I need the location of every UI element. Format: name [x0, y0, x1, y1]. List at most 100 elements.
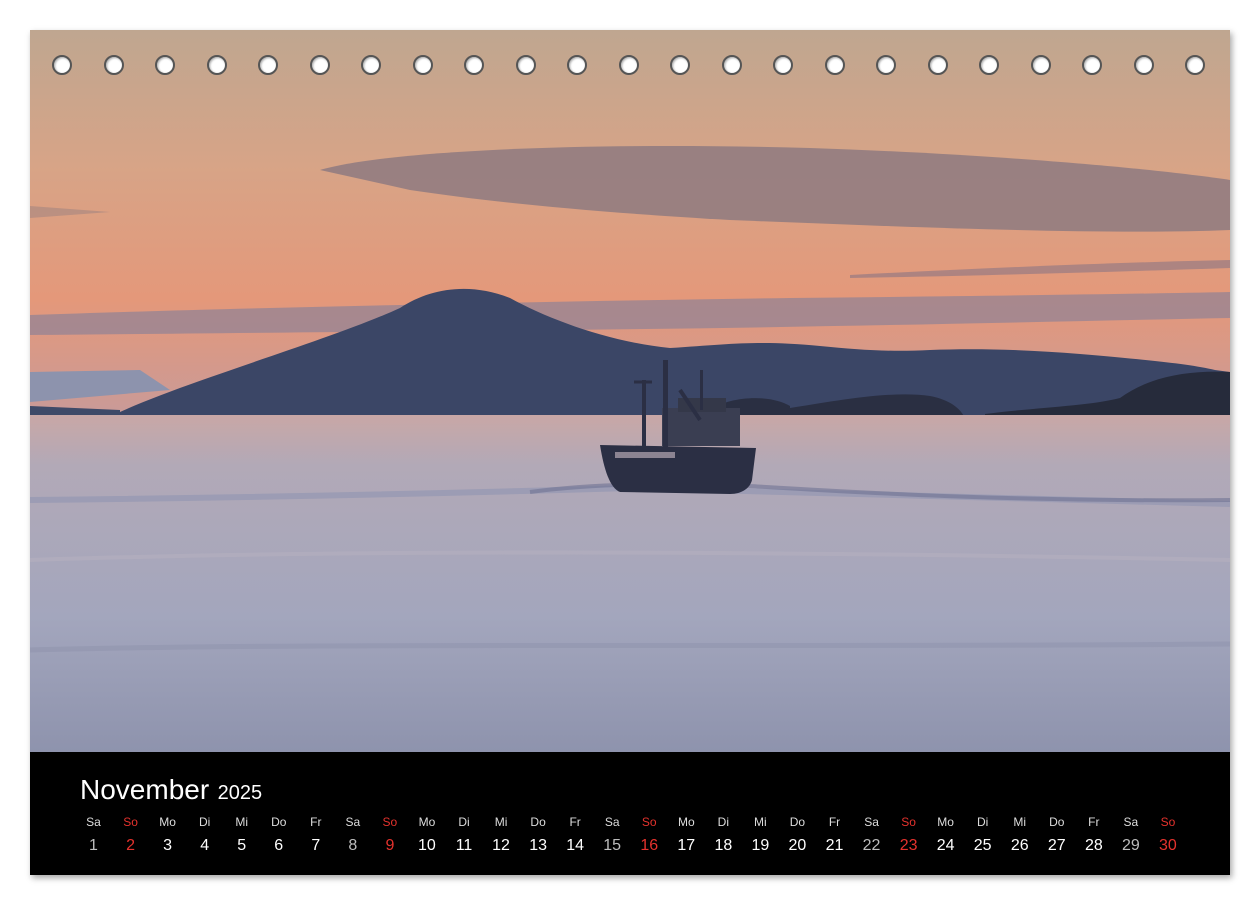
day-of-week-label: Sa: [1123, 815, 1139, 829]
day-of-week-label: So: [1160, 815, 1176, 829]
day-of-week-label: Mo: [418, 815, 436, 829]
day-cell: Mi 26: [1001, 814, 1038, 856]
binding-hole-icon: [515, 55, 536, 75]
day-number: 6: [274, 837, 284, 854]
day-number: 2: [126, 837, 135, 854]
binding-hole-icon: [258, 55, 278, 75]
day-cell: Mo 17: [668, 814, 705, 856]
day-number: 14: [566, 837, 585, 854]
binding-hole-icon: [1185, 55, 1205, 75]
day-of-week-label: So: [901, 815, 916, 829]
binding-hole-icon: [309, 55, 330, 75]
day-number: 20: [788, 837, 807, 854]
day-of-week-label: Di: [977, 815, 989, 829]
day-cell: Sa 22: [853, 814, 890, 856]
day-cell: Do 6: [260, 814, 297, 856]
day-number: 8: [348, 837, 358, 854]
day-cell: Mo 24: [927, 814, 964, 856]
binding-hole-icon: [721, 55, 742, 75]
binding-hole-icon: [1030, 55, 1051, 75]
day-number: 16: [640, 837, 659, 854]
day-cell: Mo 3: [149, 814, 186, 856]
day-number: 3: [163, 837, 173, 854]
day-number: 9: [385, 837, 395, 854]
binding-hole-icon: [464, 55, 484, 75]
day-number: 11: [455, 837, 473, 854]
day-cell: Sa 29: [1112, 814, 1149, 856]
day-cell: So 16: [631, 814, 668, 856]
binding-hole-icon: [567, 55, 587, 75]
binding-hole-icon: [52, 55, 72, 75]
binding-hole-icon: [412, 55, 433, 75]
day-of-week-label: Sa: [86, 815, 101, 829]
day-cell: Mo 10: [408, 814, 445, 856]
day-cell: Sa 15: [594, 814, 631, 856]
day-of-week-label: Di: [458, 815, 470, 829]
calendar-page: November 2025 Sa 1 So 2 Mo 3 Di 4 Mi 5 Do 6 Fr 7 Sa 8 So…: [30, 30, 1230, 875]
day-number: 17: [677, 837, 696, 854]
day-cell: Fr 7: [297, 814, 334, 856]
day-number: 28: [1084, 837, 1103, 854]
day-of-week-label: So: [382, 815, 398, 829]
binding-hole-icon: [773, 55, 793, 75]
day-number: 4: [200, 837, 210, 854]
day-cell: Di 18: [705, 814, 742, 856]
binding-hole-icon: [103, 55, 124, 75]
day-of-week-label: Di: [198, 815, 211, 829]
day-of-week-label: Sa: [864, 815, 879, 829]
binding-hole-icon: [979, 55, 999, 75]
day-number: 15: [603, 837, 622, 854]
day-number: 24: [936, 837, 955, 854]
day-of-week-label: Do: [1049, 815, 1065, 829]
day-cell: Mi 5: [223, 814, 260, 856]
day-cell: Fr 14: [557, 814, 594, 856]
month-title: November 2025: [80, 774, 262, 806]
calendar-footer: November 2025 Sa 1 So 2 Mo 3 Di 4 Mi 5 Do 6 Fr 7 Sa 8 So…: [30, 752, 1230, 875]
day-of-week-label: Sa: [345, 815, 361, 829]
day-cell: Di 11: [446, 814, 483, 856]
day-of-week-label: Mi: [235, 815, 249, 829]
sunset-photo: [30, 30, 1230, 752]
day-of-week-label: Fr: [828, 815, 841, 829]
day-number: 29: [1121, 837, 1140, 854]
day-number: 7: [311, 837, 321, 854]
day-cell: Do 20: [779, 814, 816, 856]
day-number: 22: [862, 837, 881, 854]
day-of-week-label: Sa: [604, 815, 620, 829]
day-number: 23: [899, 837, 918, 854]
day-number: 12: [492, 837, 510, 854]
day-number: 1: [89, 837, 98, 854]
day-number: 19: [751, 837, 770, 854]
binding-hole-icon: [206, 55, 227, 75]
binding-hole-icon: [155, 55, 175, 75]
day-cell: Mi 19: [742, 814, 779, 856]
day-of-week-label: Fr: [1088, 815, 1100, 829]
day-cell: So 30: [1149, 814, 1186, 856]
day-cell: Do 13: [520, 814, 557, 856]
day-of-week-label: Do: [530, 815, 546, 829]
day-of-week-label: Mi: [1013, 815, 1027, 829]
day-of-week-label: Do: [271, 815, 287, 829]
day-number: 13: [529, 837, 547, 854]
day-of-week-label: So: [641, 815, 657, 829]
binding-hole-icon: [670, 55, 690, 75]
binding-holes: [30, 30, 1230, 110]
day-number: 26: [1010, 837, 1029, 854]
day-number: 27: [1047, 837, 1066, 854]
day-cell: So 9: [371, 814, 408, 856]
day-of-week-label: Mo: [677, 815, 695, 829]
day-of-week-label: So: [123, 815, 138, 829]
day-of-week-label: Di: [717, 815, 730, 829]
day-cell: Sa 1: [75, 814, 112, 856]
day-number: 30: [1159, 837, 1177, 854]
day-strip: Sa 1 So 2 Mo 3 Di 4 Mi 5 Do 6 Fr 7 Sa 8 So 9 Mo 10 Di 11 Mi 12 D…: [30, 814, 1230, 864]
day-of-week-label: Do: [789, 815, 806, 829]
binding-hole-icon: [824, 55, 845, 75]
day-of-week-label: Fr: [569, 815, 581, 829]
day-of-week-label: Fr: [310, 815, 322, 829]
binding-hole-icon: [1133, 55, 1154, 75]
binding-hole-icon: [927, 55, 948, 75]
day-of-week-label: Mo: [159, 815, 176, 829]
day-number: 10: [418, 837, 436, 854]
day-of-week-label: Mi: [494, 815, 508, 829]
